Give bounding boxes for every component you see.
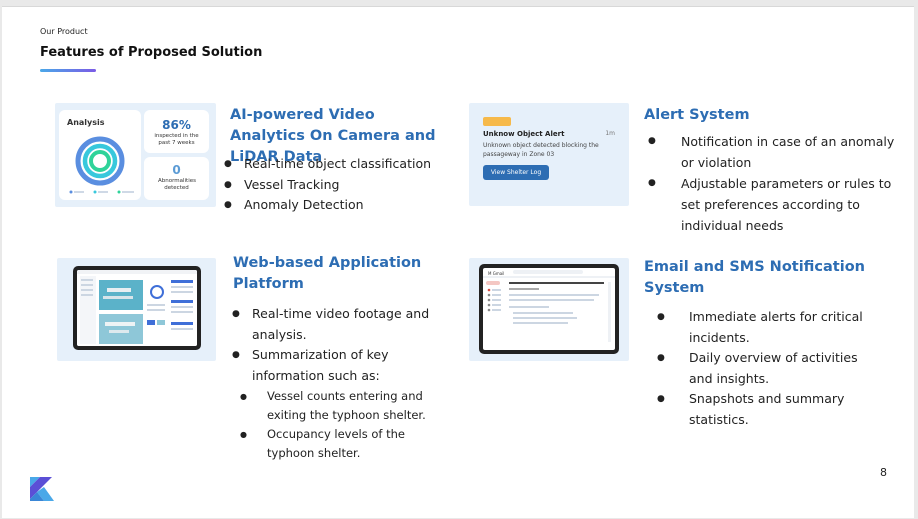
alert-time: 1m [605,130,615,137]
list-item: Snapshots and summary statistics. [657,389,877,430]
alert-body: Unknown object detected blocking the pas… [483,142,599,158]
web-app-card [57,258,216,361]
list-item: Real-time object classification [224,154,454,175]
slide: Our Product Features of Proposed Solutio… [2,6,914,518]
donut-chart [69,136,134,194]
sub-list-item: Vessel counts entering and exiting the t… [232,387,452,425]
list-item: Daily overview of activities and insight… [657,348,877,389]
tablet-image: M Gmail [479,264,619,354]
inspected-value: 86% [162,118,191,132]
list-item: Adjustable parameters or rules to set pr… [648,173,898,236]
alert-priority-tag [483,117,511,126]
email-card: M Gmail [469,258,629,361]
abnormalities-value: 0 [172,163,181,177]
inspected-stat-panel: 86% inspected in the past 7 weeks [144,110,209,153]
web-app-heading: Web-based Application Platform [233,255,422,292]
dashboard-screenshot [77,270,197,346]
list-item-text: Summarization of key information such as… [252,347,389,383]
eyebrow-label: Our Product [40,27,88,36]
list-item: Anomaly Detection [224,195,454,216]
list-item: Notification in case of an anomaly or vi… [648,131,898,173]
sub-list-item: Occupancy levels of the typhoon shelter. [232,425,452,463]
email-heading: Email and SMS Notification System [644,259,865,296]
alert-title: Unknow Object Alert [483,130,565,138]
tablet-screen [77,270,197,346]
view-shelter-log-button[interactable]: View Shelter Log [483,165,549,180]
inspected-caption: inspected in the past 7 weeks [154,133,199,146]
email-screenshot [483,270,615,342]
web-app-sub-bullets: Vessel counts entering and exiting the t… [232,387,452,463]
abnormalities-caption: Abnormalities detected [158,178,196,191]
email-bullets: Immediate alerts for critical incidents.… [657,307,877,430]
page-title: Features of Proposed Solution [40,45,263,60]
analytics-bullets: Real-time object classification Vessel T… [224,154,454,216]
list-item: Real-time video footage and analysis. [232,304,452,345]
analysis-panel: Analysis [59,110,141,200]
abnormalities-stat-panel: 0 Abnormalities detected [144,157,209,200]
alert-bullets: Notification in case of an anomaly or vi… [648,131,898,236]
list-item: Vessel Tracking [224,175,454,196]
list-item: Immediate alerts for critical incidents. [657,307,877,348]
title-underline [40,69,96,72]
page-number: 8 [880,466,887,479]
analytics-card: Analysis 86% inspected in the past 7 wee… [55,103,216,207]
list-item: Summarization of key information such as… [232,345,452,463]
web-app-bullets: Real-time video footage and analysis. Su… [232,304,452,463]
alert-heading: Alert System [644,107,750,123]
tablet-image [73,266,201,350]
alert-card: Unknow Object Alert 1m Unknown object de… [469,103,629,206]
tablet-screen: M Gmail [483,268,615,350]
company-logo-icon [30,477,54,501]
